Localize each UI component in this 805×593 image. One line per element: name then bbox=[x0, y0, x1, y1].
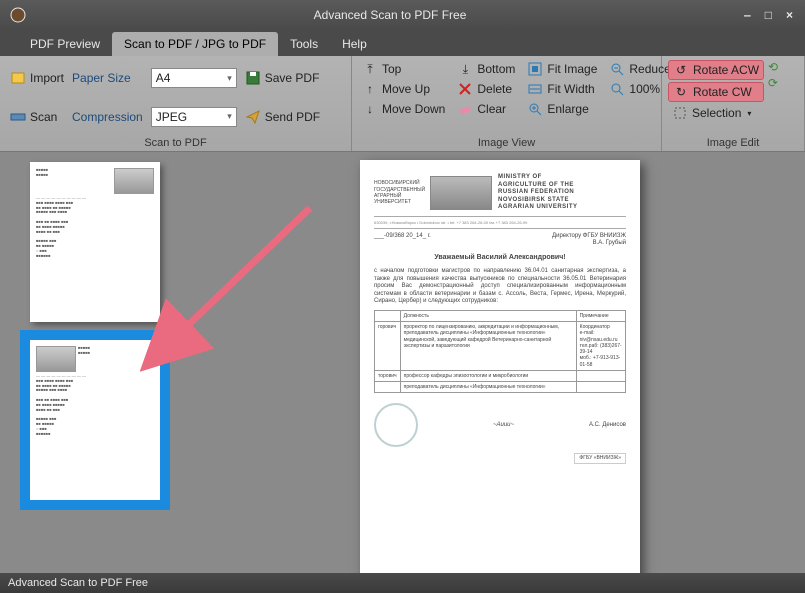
compression-value: JPEG bbox=[156, 110, 187, 124]
doc-salutation: Уважаемый Василий Александрович! bbox=[374, 254, 626, 263]
thumbnail-panel: ■■■■■■■■■■ — — — — — — — — — —■■■ ■■■■ ■… bbox=[0, 152, 195, 573]
rotate-cw-icon: ↻ bbox=[673, 84, 689, 100]
up-icon: ↑ bbox=[362, 81, 378, 97]
selection-button[interactable]: Selection▾ bbox=[668, 104, 764, 122]
tab-scan-to-pdf[interactable]: Scan to PDF / JPG to PDF bbox=[112, 32, 278, 56]
send-icon bbox=[245, 109, 261, 125]
send-pdf-button[interactable]: Send PDF bbox=[241, 108, 324, 126]
tab-bar: PDF Preview Scan to PDF / JPG to PDF Too… bbox=[0, 30, 805, 56]
stamp-icon bbox=[374, 403, 418, 447]
minimize-button[interactable]: ‒ bbox=[744, 8, 751, 22]
bottom-button[interactable]: ⤓Bottom bbox=[453, 60, 519, 78]
chevron-down-icon: ▾ bbox=[747, 109, 751, 118]
paper-size-select[interactable]: A4 ▾ bbox=[151, 68, 237, 88]
fit-image-icon bbox=[527, 61, 543, 77]
chevron-down-icon: ▾ bbox=[227, 111, 232, 122]
import-button[interactable]: Import bbox=[6, 69, 68, 87]
down-icon: ↓ bbox=[362, 101, 378, 117]
doc-footer: ФГБУ «ВНИИЗЖ» bbox=[574, 453, 626, 463]
page-preview[interactable]: НОВОСИБИРСКИЙ ГОСУДАРСТВЕННЫЙ АГРАРНЫЙ У… bbox=[360, 160, 640, 573]
doc-addressee: Директору ФГБУ ВНИИЗЖ В.А. Грубый bbox=[552, 233, 626, 248]
import-icon bbox=[10, 70, 26, 86]
doc-signature-name: А.С. Денисов bbox=[589, 422, 626, 430]
rotate-acw-icon: ↺ bbox=[673, 62, 689, 78]
doc-table: ДолжностьПримечание горовичпроректор по … bbox=[374, 310, 626, 394]
selection-icon bbox=[672, 105, 688, 121]
zoom-icon bbox=[609, 81, 625, 97]
delete-button[interactable]: Delete bbox=[453, 80, 519, 98]
fit-width-icon bbox=[527, 81, 543, 97]
chevron-down-icon: ▾ bbox=[227, 73, 232, 84]
top-button[interactable]: ⤒Top bbox=[358, 60, 449, 78]
save-icon bbox=[245, 70, 261, 86]
top-icon: ⤒ bbox=[362, 61, 378, 77]
doc-header-right: MINISTRY OF AGRICULTURE OF THE RUSSIAN F… bbox=[498, 174, 578, 212]
move-up-button[interactable]: ↑Move Up bbox=[358, 80, 449, 98]
building-icon bbox=[430, 176, 492, 210]
eraser-icon bbox=[457, 101, 473, 117]
scan-label: Scan bbox=[30, 110, 57, 124]
signature-icon: ~Auuu~ bbox=[493, 422, 514, 430]
thumbnail-1[interactable]: ■■■■■■■■■■ — — — — — — — — — —■■■ ■■■■ ■… bbox=[30, 162, 160, 322]
doc-header-left: НОВОСИБИРСКИЙ ГОСУДАРСТВЕННЫЙ АГРАРНЫЙ У… bbox=[374, 180, 424, 205]
doc-body: с началом подготовки магистров по направ… bbox=[374, 268, 626, 306]
group-caption-edit: Image Edit bbox=[668, 135, 798, 149]
tab-tools[interactable]: Tools bbox=[278, 32, 330, 56]
rotate-acw-button[interactable]: ↺Rotate ACW bbox=[668, 60, 764, 80]
status-text: Advanced Scan to PDF Free bbox=[8, 577, 148, 589]
paper-size-label: Paper Size bbox=[72, 71, 135, 85]
compression-label: Compression bbox=[72, 110, 147, 124]
bottom-icon: ⤓ bbox=[457, 61, 473, 77]
move-down-button[interactable]: ↓Move Down bbox=[358, 100, 449, 118]
save-pdf-label: Save PDF bbox=[265, 71, 320, 85]
enlarge-button[interactable]: Enlarge bbox=[523, 100, 601, 118]
undo-icon[interactable]: ⟲ bbox=[768, 60, 778, 74]
group-caption-scan: Scan to PDF bbox=[6, 135, 345, 149]
scanner-icon bbox=[10, 109, 26, 125]
doc-date: ___-09/368 20_14_ г. bbox=[374, 233, 431, 248]
zoom-in-icon bbox=[527, 101, 543, 117]
delete-icon bbox=[457, 81, 473, 97]
redo-icon[interactable]: ⟳ bbox=[768, 76, 778, 90]
close-button[interactable]: × bbox=[786, 8, 793, 22]
tab-pdf-preview[interactable]: PDF Preview bbox=[18, 32, 112, 56]
save-pdf-button[interactable]: Save PDF bbox=[241, 69, 324, 87]
scan-button[interactable]: Scan bbox=[6, 108, 68, 126]
clear-button[interactable]: Clear bbox=[453, 100, 519, 118]
status-bar: Advanced Scan to PDF Free bbox=[0, 573, 805, 593]
app-icon bbox=[6, 3, 30, 27]
fit-width-button[interactable]: Fit Width bbox=[523, 80, 601, 98]
rotate-cw-button[interactable]: ↻Rotate CW bbox=[668, 82, 764, 102]
group-caption-view: Image View bbox=[358, 135, 655, 149]
fit-image-button[interactable]: Fit Image bbox=[523, 60, 601, 78]
compression-select[interactable]: JPEG ▾ bbox=[151, 107, 237, 127]
import-label: Import bbox=[30, 71, 64, 85]
send-pdf-label: Send PDF bbox=[265, 110, 320, 124]
paper-size-value: A4 bbox=[156, 71, 171, 85]
tab-help[interactable]: Help bbox=[330, 32, 379, 56]
preview-panel: НОВОСИБИРСКИЙ ГОСУДАРСТВЕННЫЙ АГРАРНЫЙ У… bbox=[195, 152, 805, 573]
thumbnail-2[interactable]: ■■■■■■■■■■ — — — — — — — — — —■■■ ■■■■ ■… bbox=[30, 340, 160, 500]
window-title: Advanced Scan to PDF Free bbox=[36, 8, 744, 22]
zoom-out-icon bbox=[609, 61, 625, 77]
maximize-button[interactable]: □ bbox=[765, 8, 772, 22]
